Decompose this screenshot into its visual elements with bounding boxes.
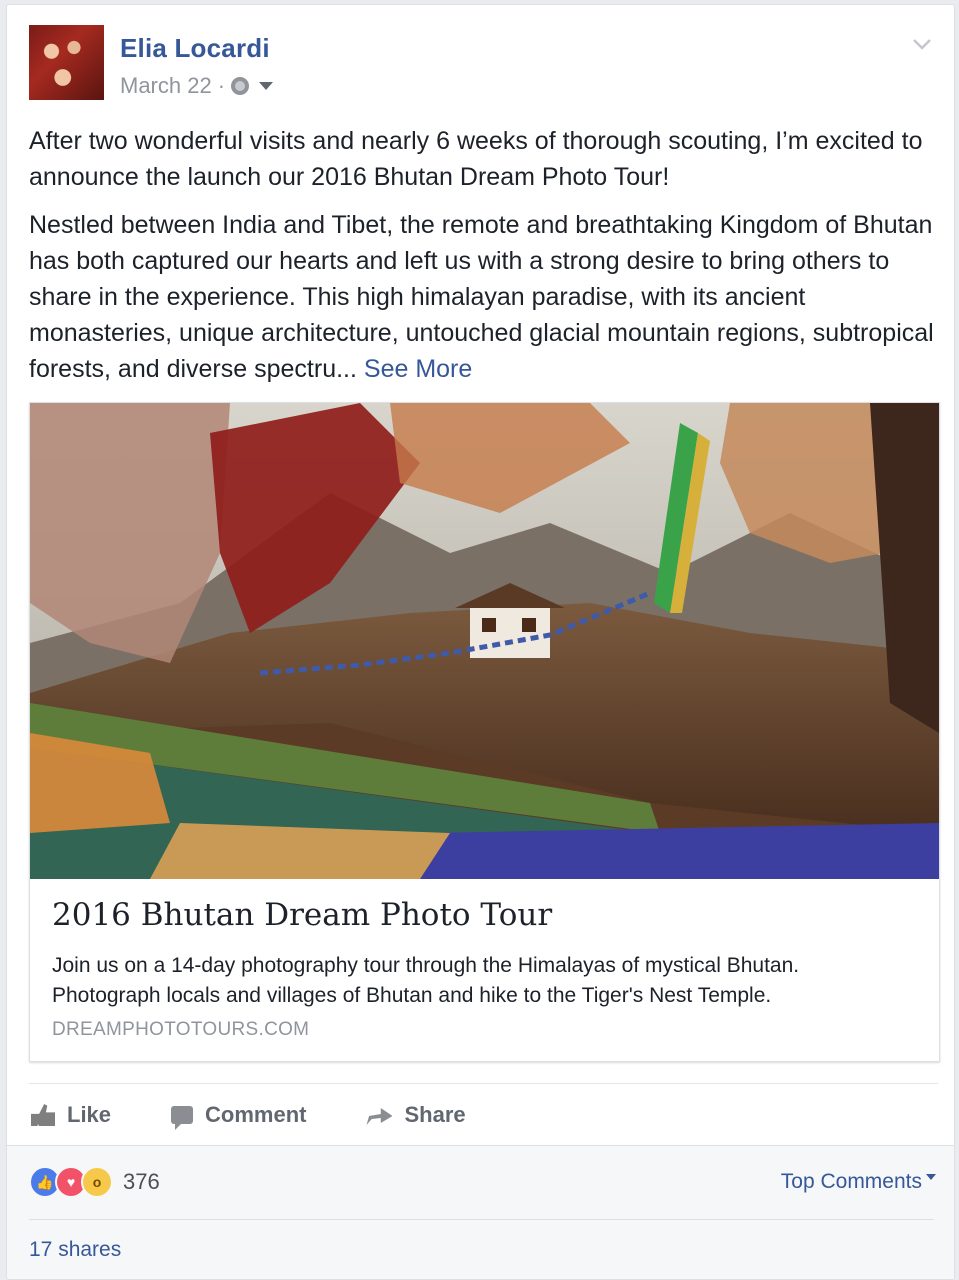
like-button[interactable]: Like	[31, 1102, 111, 1128]
reactions-summary[interactable]: 👍 ♥ o 376	[29, 1166, 160, 1198]
shares-count[interactable]: 17 shares	[29, 1238, 121, 1262]
post-text: After two wonderful visits and nearly 6 …	[29, 123, 934, 399]
like-label: Like	[67, 1102, 112, 1127]
date-separator: ·	[217, 73, 226, 98]
top-comments-label: Top Comments	[780, 1170, 922, 1193]
share-button[interactable]: Share	[366, 1102, 466, 1128]
reaction-count[interactable]: 376	[123, 1169, 160, 1195]
comment-button[interactable]: Comment	[171, 1102, 307, 1130]
post-menu-chevron-icon[interactable]	[912, 31, 932, 57]
link-preview[interactable]: 2016 Bhutan Dream Photo Tour Join us on …	[29, 402, 940, 1062]
link-description: Join us on a 14-day photography tour thr…	[52, 954, 800, 1007]
post-card: Elia Locardi March 22 · After two wonder…	[6, 4, 955, 1280]
prayer-flags-photo	[30, 403, 939, 879]
post-meta: March 22 ·	[120, 73, 274, 99]
post-header: Elia Locardi March 22 ·	[29, 25, 932, 105]
link-title[interactable]: 2016 Bhutan Dream Photo Tour	[52, 897, 552, 933]
share-icon	[366, 1108, 393, 1125]
share-label: Share	[404, 1102, 466, 1127]
wow-reaction-icon: o	[81, 1166, 113, 1198]
link-preview-body[interactable]: 2016 Bhutan Dream Photo Tour Join us on …	[30, 879, 939, 1061]
author-avatar[interactable]	[29, 25, 104, 100]
like-icon	[31, 1104, 55, 1126]
link-domain: DREAMPHOTOTOURS.COM	[52, 1019, 310, 1040]
footer-divider	[29, 1219, 934, 1220]
author-name[interactable]: Elia Locardi	[120, 33, 270, 64]
comment-label: Comment	[205, 1102, 307, 1127]
post-paragraph-2: Nestled between India and Tibet, the rem…	[29, 207, 934, 387]
comment-icon	[171, 1106, 194, 1130]
post-date[interactable]: March 22	[120, 73, 212, 99]
action-bar: Like Comment Share	[29, 1083, 938, 1146]
post-footer: 👍 ♥ o 376 Top Comments 17 shares	[7, 1145, 954, 1279]
post-paragraph-1: After two wonderful visits and nearly 6 …	[29, 127, 923, 191]
post-paragraph-2-text: Nestled between India and Tibet, the rem…	[29, 211, 934, 383]
audience-caret-icon[interactable]	[259, 82, 274, 90]
top-comments-caret-icon	[926, 1174, 936, 1180]
globe-icon	[231, 77, 250, 95]
link-preview-image[interactable]	[30, 403, 939, 879]
see-more-link[interactable]: See More	[364, 355, 472, 383]
top-comments-dropdown[interactable]: Top Comments	[781, 1170, 936, 1194]
